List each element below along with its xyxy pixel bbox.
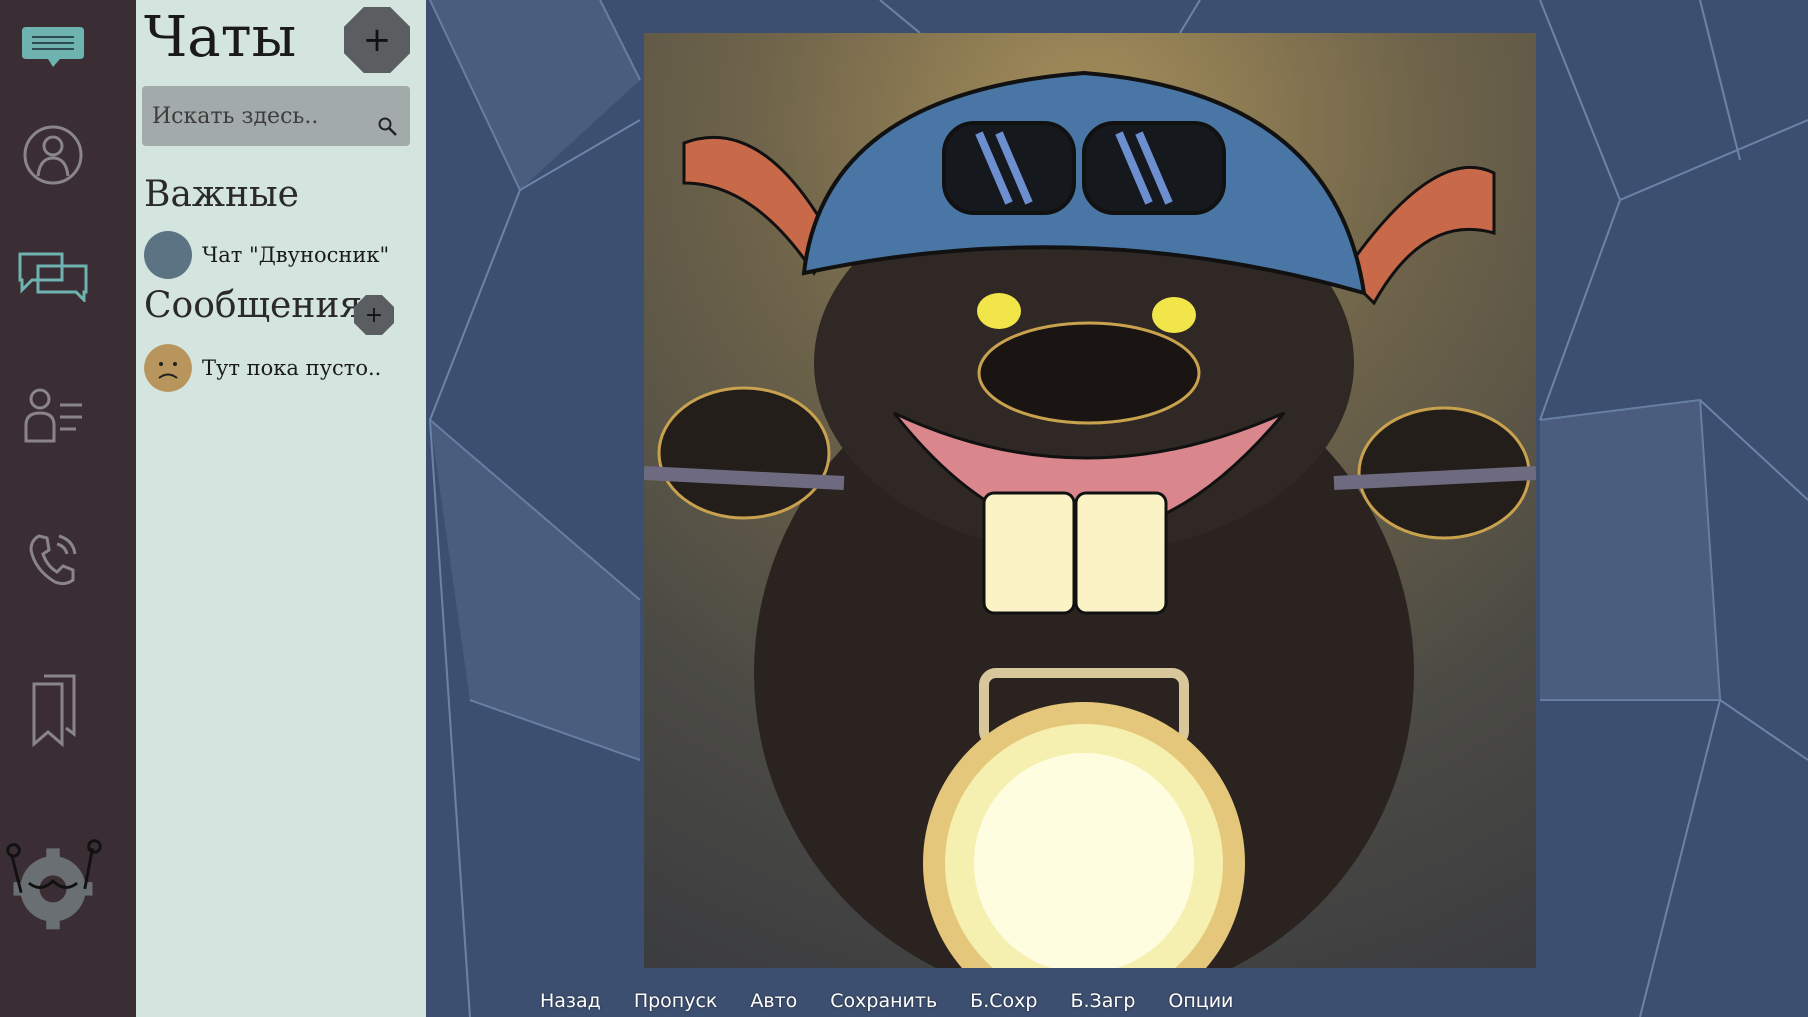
scene-image bbox=[644, 33, 1536, 968]
beaver-on-motorcycle-icon bbox=[644, 70, 1536, 968]
avatar bbox=[144, 231, 192, 279]
phone-icon[interactable] bbox=[0, 515, 106, 605]
options-button[interactable]: Опции bbox=[1168, 990, 1233, 1017]
quick-load-button[interactable]: Б.Загр bbox=[1070, 990, 1135, 1017]
chat-panel: Чаты + Важные Чат "Двуносник" Сообщения … bbox=[136, 0, 426, 1017]
search-input[interactable] bbox=[142, 86, 372, 146]
section-messages-title: Сообщения bbox=[144, 285, 363, 326]
quick-menu: Назад Пропуск Авто Сохранить Б.Сохр Б.За… bbox=[540, 990, 1266, 1017]
contacts-icon[interactable] bbox=[0, 370, 106, 460]
chat-item-label: Чат "Двуносник" bbox=[202, 243, 390, 267]
section-important-title: Важные bbox=[144, 174, 299, 215]
chat-bubble-icon[interactable] bbox=[0, 2, 106, 92]
icon-rail bbox=[0, 0, 136, 1017]
search-icon[interactable] bbox=[378, 117, 398, 137]
page-title: Чаты bbox=[144, 5, 297, 70]
back-button[interactable]: Назад bbox=[540, 990, 601, 1017]
settings-icon[interactable] bbox=[0, 830, 106, 940]
bookmarks-icon[interactable] bbox=[0, 665, 106, 755]
chat-item-dvunosnik[interactable]: Чат "Двуносник" bbox=[144, 230, 414, 280]
quick-save-button[interactable]: Б.Сохр bbox=[970, 990, 1037, 1017]
skip-button[interactable]: Пропуск bbox=[634, 990, 718, 1017]
add-message-button[interactable]: + bbox=[354, 295, 394, 335]
auto-button[interactable]: Авто bbox=[750, 990, 797, 1017]
search-box bbox=[142, 86, 410, 146]
conversations-icon[interactable] bbox=[0, 230, 106, 320]
add-chat-button[interactable]: + bbox=[344, 7, 410, 73]
empty-messages-item: Тут пока пусто.. bbox=[144, 343, 414, 393]
empty-messages-label: Тут пока пусто.. bbox=[202, 356, 382, 380]
save-button[interactable]: Сохранить bbox=[830, 990, 937, 1017]
sad-face-icon bbox=[144, 344, 192, 392]
profile-icon[interactable] bbox=[0, 110, 106, 200]
